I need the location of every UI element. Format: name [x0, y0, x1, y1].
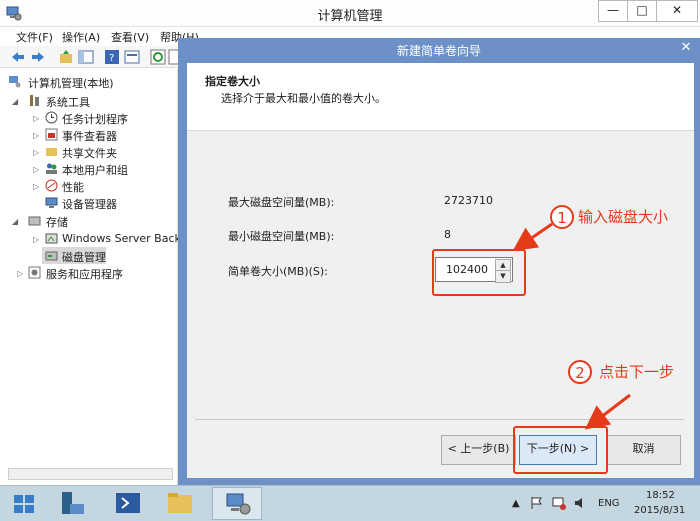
wizard-header-title: 指定卷大小: [205, 75, 260, 88]
cancel-button[interactable]: 取消: [606, 435, 681, 465]
windows-start-icon[interactable]: [0, 489, 48, 519]
users-icon: [46, 163, 57, 174]
volume-icon[interactable]: [574, 496, 588, 510]
language-indicator[interactable]: ENG: [598, 498, 620, 509]
min-space-value: 8: [444, 228, 451, 241]
tree-item-local-users[interactable]: 本地用户和组: [62, 162, 128, 178]
minimize-button[interactable]: —: [598, 0, 628, 22]
clock-time[interactable]: 18:52: [646, 490, 675, 501]
main-window-title: 计算机管理: [317, 9, 383, 24]
tree-item-system-tools[interactable]: 系统工具: [46, 94, 90, 110]
annotation-box-next: [513, 426, 608, 474]
tree-item-disk-management[interactable]: 磁盘管理: [62, 249, 106, 265]
performance-icon: [45, 179, 58, 192]
server-manager-icon[interactable]: [48, 489, 96, 519]
computer-management-icon: [9, 76, 21, 88]
annotation-box-input: [432, 249, 526, 296]
device-manager-icon: [45, 197, 58, 208]
max-space-label: 最大磁盘空间量(MB):: [228, 196, 335, 209]
file-explorer-icon[interactable]: [156, 489, 204, 519]
expand-down-arrow-icon[interactable]: ◢: [12, 97, 18, 106]
tree-horizontal-scrollbar[interactable]: [8, 468, 173, 480]
expand-arrow-icon[interactable]: ▷: [33, 235, 39, 244]
annotation-step-1-text: 输入磁盘大小: [578, 208, 669, 226]
powershell-icon[interactable]: [104, 489, 152, 519]
computer-management-task-icon[interactable]: [213, 489, 261, 519]
toolbar: ?: [0, 46, 182, 68]
maximize-button[interactable]: □: [627, 0, 657, 22]
wizard-close-icon[interactable]: ✕: [679, 41, 693, 55]
tree-item-root[interactable]: 计算机管理(本地): [28, 75, 114, 91]
expand-arrow-icon[interactable]: ▷: [33, 165, 39, 174]
services-icon: [28, 266, 41, 279]
tree-item-windows-backup[interactable]: Windows Server Back: [62, 232, 181, 245]
back-arrow-icon[interactable]: [10, 49, 26, 65]
menu-action[interactable]: 操作(A): [62, 29, 100, 45]
expand-arrow-icon[interactable]: ▷: [33, 148, 39, 157]
network-icon[interactable]: [552, 496, 566, 510]
max-space-value: 2723710: [444, 194, 493, 207]
svg-text:?: ?: [109, 53, 114, 64]
backup-icon: [45, 233, 58, 244]
taskbar: ▲ ENG 18:52 2015/8/31: [0, 485, 700, 521]
wizard-header-description: 选择介于最大和最小值的卷大小。: [221, 92, 386, 105]
annotation-step-2-text: 点击下一步: [599, 363, 675, 381]
disk-icon: [45, 251, 58, 261]
annotation-step-1-badge: 1: [550, 205, 574, 229]
wizard-title: 新建简单卷向导: [396, 44, 481, 58]
tree-item-services[interactable]: 服务和应用程序: [46, 266, 123, 282]
tray-expand-icon[interactable]: ▲: [512, 498, 520, 509]
tree-item-shared-folders[interactable]: 共享文件夹: [62, 145, 117, 161]
tree-item-device-manager[interactable]: 设备管理器: [62, 196, 117, 212]
wizard-header: 指定卷大小 选择介于最大和最小值的卷大小。: [187, 63, 694, 131]
back-button[interactable]: < 上一步(B): [441, 435, 516, 465]
clock-date[interactable]: 2015/8/31: [634, 505, 685, 516]
main-title-bar: 计算机管理 — □ ✕: [0, 0, 700, 27]
expand-arrow-icon[interactable]: ▷: [33, 114, 39, 123]
annotation-step-2-badge: 2: [568, 360, 592, 384]
event-viewer-icon: [45, 128, 58, 141]
forward-arrow-icon[interactable]: [30, 49, 46, 65]
up-folder-icon[interactable]: [58, 49, 74, 65]
tree-item-performance[interactable]: 性能: [62, 179, 84, 195]
min-space-label: 最小磁盘空间量(MB):: [228, 230, 335, 243]
expand-arrow-icon[interactable]: ▷: [33, 131, 39, 140]
show-tree-icon[interactable]: [78, 49, 94, 65]
tree-item-event-viewer[interactable]: 事件查看器: [62, 128, 117, 144]
navigation-tree: 计算机管理(本地) ◢ 系统工具 ▷ 任务计划程序 ▷ 事件查看器 ▷ 共享文件…: [0, 69, 181, 485]
menu-view[interactable]: 查看(V): [111, 29, 149, 45]
tree-item-storage[interactable]: 存储: [46, 214, 68, 230]
properties-icon[interactable]: [124, 49, 140, 65]
close-button[interactable]: ✕: [656, 0, 698, 22]
flag-icon[interactable]: [530, 496, 544, 510]
expand-down-arrow-icon[interactable]: ◢: [12, 217, 18, 226]
expand-arrow-icon[interactable]: ▷: [33, 182, 39, 191]
storage-icon: [28, 216, 41, 226]
expand-arrow-icon[interactable]: ▷: [17, 269, 23, 278]
wizard-divider: [195, 419, 684, 420]
shared-folder-icon: [46, 148, 57, 156]
refresh-icon[interactable]: [150, 49, 166, 65]
help-icon[interactable]: ?: [104, 49, 120, 65]
menu-file[interactable]: 文件(F): [16, 29, 53, 45]
volume-size-label: 简单卷大小(MB)(S):: [228, 265, 328, 278]
tools-icon: [30, 95, 39, 106]
tree-item-task-scheduler[interactable]: 任务计划程序: [62, 111, 128, 127]
clock-icon: [45, 111, 58, 124]
